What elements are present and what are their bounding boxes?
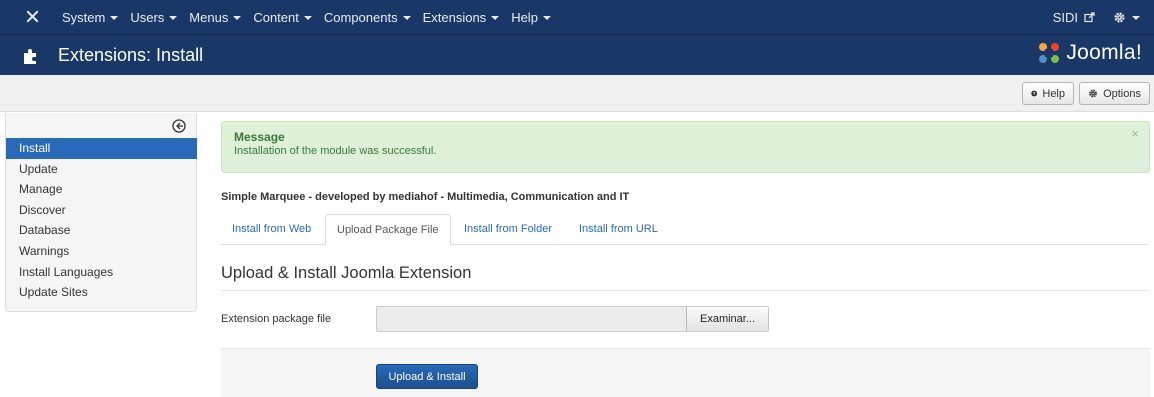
main-menu: System Users Menus Content Components Ex… [62, 0, 563, 35]
collapse-sidebar-icon[interactable] [172, 119, 186, 133]
joomla-logo: Joomla! [1037, 41, 1142, 65]
message-title: Message [234, 130, 285, 144]
form-actions: Upload & Install [221, 348, 1150, 397]
svg-text:?: ? [1033, 91, 1036, 96]
sidebar-item-discover[interactable]: Discover [6, 200, 197, 221]
options-button[interactable]: Options [1079, 82, 1150, 105]
page-title: Extensions: Install [58, 45, 204, 65]
chevron-down-icon [1132, 15, 1140, 20]
success-message: Message Installation of the module was s… [221, 121, 1150, 173]
chevron-down-icon [402, 15, 411, 20]
puzzle-icon [24, 49, 36, 64]
install-tabs: Install from Web Upload Package File Ins… [221, 214, 1149, 246]
options-button-label: Options [1103, 87, 1141, 100]
file-field-label: Extension package file [221, 313, 332, 325]
external-link-icon [1084, 12, 1095, 23]
joomla-admin-icon[interactable] [26, 10, 39, 23]
page-header: Extensions: Install Joomla! [0, 35, 1154, 75]
menu-system-label: System [62, 10, 106, 25]
chevron-down-icon [169, 15, 178, 20]
section-divider [221, 290, 1149, 291]
user-menu-button[interactable] [1113, 11, 1140, 24]
upload-install-button[interactable]: Upload & Install [376, 364, 478, 389]
chevron-down-icon [110, 15, 119, 20]
extension-description: Simple Marquee - developed by mediahof -… [221, 191, 630, 203]
toolbar: ? Help Options [0, 75, 1154, 112]
sidebar: Install Update Manage Discover Database … [5, 113, 197, 312]
sidebar-item-install-languages[interactable]: Install Languages [6, 262, 197, 283]
sidebar-item-update-sites[interactable]: Update Sites [6, 282, 197, 303]
top-navbar: System Users Menus Content Components Ex… [0, 0, 1154, 35]
site-name: SIDI [1052, 10, 1078, 25]
tab-install-from-web[interactable]: Install from Web [221, 214, 322, 245]
menu-content[interactable]: Content [253, 10, 320, 25]
close-message-button[interactable]: × [1131, 126, 1139, 141]
menu-components-label: Components [323, 10, 398, 25]
section-title: Upload & Install Joomla Extension [221, 264, 472, 282]
question-circle-icon: ? [1031, 90, 1038, 97]
gear-icon [1089, 89, 1097, 98]
menu-users-label: Users [130, 10, 165, 25]
chevron-down-icon [233, 15, 242, 20]
joomla-logo-icon [1039, 43, 1060, 63]
package-file-input[interactable]: Examinar... [376, 306, 769, 332]
menu-help-label: Help [511, 10, 538, 25]
joomla-logo-text: Joomla! [1066, 41, 1142, 64]
file-name-box[interactable] [377, 307, 686, 331]
sidebar-item-update[interactable]: Update [6, 159, 197, 180]
view-site-link[interactable]: SIDI [1053, 10, 1095, 25]
help-button[interactable]: ? Help [1022, 82, 1074, 105]
sidebar-item-install[interactable]: Install [6, 138, 197, 159]
message-body: Installation of the module was successfu… [234, 145, 437, 157]
chevron-down-icon [303, 15, 312, 20]
sidebar-nav: Install Update Manage Discover Database … [6, 138, 197, 303]
browse-button[interactable]: Examinar... [686, 307, 768, 331]
sidebar-item-database[interactable]: Database [6, 220, 197, 241]
menu-extensions-label: Extensions [422, 10, 487, 25]
help-button-label: Help [1042, 87, 1065, 100]
tab-upload-package-file[interactable]: Upload Package File [325, 214, 451, 246]
menu-users[interactable]: Users [130, 10, 185, 25]
tab-install-from-folder[interactable]: Install from Folder [453, 214, 563, 245]
navbar-right: SIDI [1053, 0, 1140, 35]
menu-help[interactable]: Help [511, 10, 559, 25]
menu-components[interactable]: Components [324, 10, 419, 25]
menu-menus[interactable]: Menus [189, 10, 249, 25]
gear-icon [1114, 12, 1125, 23]
sidebar-item-manage[interactable]: Manage [6, 179, 197, 200]
chevron-down-icon [491, 15, 500, 20]
sidebar-item-warnings[interactable]: Warnings [6, 241, 197, 262]
chevron-down-icon [542, 15, 551, 20]
menu-extensions[interactable]: Extensions [423, 10, 508, 25]
menu-content-label: Content [253, 10, 299, 25]
menu-system[interactable]: System [62, 10, 126, 25]
tab-install-from-url[interactable]: Install from URL [568, 214, 669, 245]
menu-menus-label: Menus [189, 10, 229, 25]
